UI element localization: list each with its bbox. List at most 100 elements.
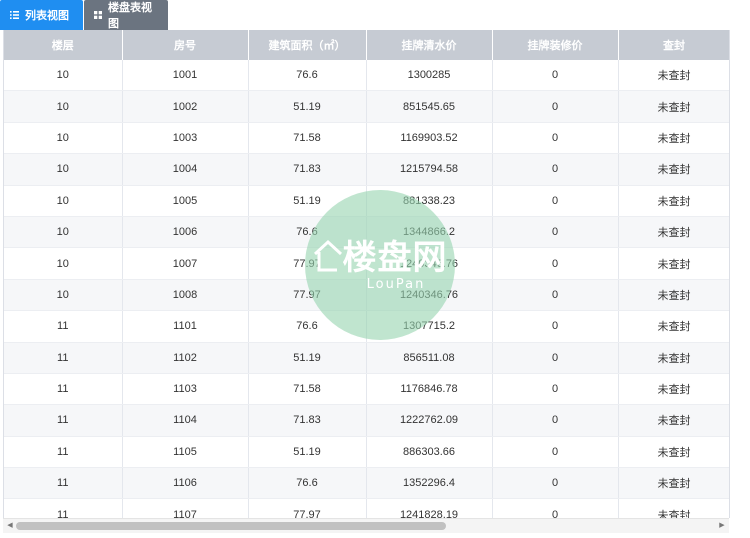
cell-area: 76.6 [248, 467, 367, 500]
cell-area: 71.83 [248, 153, 367, 186]
cell-decorated-price: 0 [492, 498, 619, 518]
table-row[interactable]: 11 1107 77.97 1241828.19 0 未查封 [4, 498, 730, 518]
cell-area: 77.97 [248, 247, 367, 280]
header-bare-price[interactable]: 挂牌清水价 [366, 30, 493, 60]
cell-bare-price: 1176846.78 [366, 373, 493, 406]
cell-floor: 11 [4, 342, 123, 374]
cell-floor: 10 [4, 185, 123, 217]
cell-decorated-price: 0 [492, 404, 619, 437]
scrollbar-thumb[interactable] [16, 522, 446, 530]
tab-building-view[interactable]: 楼盘表视图 [84, 0, 168, 30]
header-decorated-price[interactable]: 挂牌装修价 [492, 30, 619, 60]
cell-decorated-price: 0 [492, 90, 619, 123]
cell-floor: 11 [4, 498, 123, 518]
cell-bare-price: 1241828.19 [366, 498, 493, 518]
cell-seizure: 未查封 [618, 342, 730, 374]
table-row[interactable]: 11 1103 71.58 1176846.78 0 未查封 [4, 373, 730, 406]
tab-list-view[interactable]: 列表视图 [0, 0, 83, 30]
cell-floor: 11 [4, 436, 123, 469]
cell-decorated-price: 0 [492, 60, 619, 92]
cell-floor: 10 [4, 279, 123, 312]
table-header-row: 楼层 房号 建筑面积（㎡） 挂牌清水价 挂牌装修价 查封 [4, 30, 730, 60]
table-row[interactable]: 10 1004 71.83 1215794.58 0 未查封 [4, 153, 730, 186]
cell-floor: 10 [4, 153, 123, 186]
horizontal-scrollbar[interactable]: ◀ ▶ [3, 518, 729, 533]
header-seizure[interactable]: 查封 [618, 30, 730, 60]
table-row[interactable]: 11 1102 51.19 856511.08 0 未查封 [4, 342, 730, 374]
cell-decorated-price: 0 [492, 185, 619, 217]
cell-room-number: 1104 [122, 404, 249, 437]
cell-seizure: 未查封 [618, 90, 730, 123]
table-row[interactable]: 11 1101 76.6 1307715.2 0 未查封 [4, 310, 730, 343]
cell-room-number: 1101 [122, 310, 249, 343]
cell-room-number: 1106 [122, 467, 249, 500]
cell-decorated-price: 0 [492, 310, 619, 343]
cell-floor: 10 [4, 247, 123, 280]
unit-table-container: 楼层 房号 建筑面积（㎡） 挂牌清水价 挂牌装修价 查封 10 1001 76.6 1… [3, 30, 730, 518]
cell-seizure: 未查封 [618, 247, 730, 280]
table-row[interactable]: 10 1003 71.58 1169903.52 0 未查封 [4, 122, 730, 155]
table-row[interactable]: 10 1005 51.19 881338.23 0 未查封 [4, 185, 730, 217]
cell-room-number: 1102 [122, 342, 249, 374]
table-right-border [729, 30, 730, 518]
table-row[interactable]: 11 1105 51.19 886303.66 0 未查封 [4, 436, 730, 469]
cell-area: 51.19 [248, 342, 367, 374]
cell-area: 71.58 [248, 373, 367, 406]
cell-area: 76.6 [248, 310, 367, 343]
cell-floor: 11 [4, 467, 123, 500]
cell-area: 77.97 [248, 279, 367, 312]
tab-list-view-label: 列表视图 [25, 10, 69, 22]
cell-area: 76.6 [248, 216, 367, 249]
cell-floor: 10 [4, 60, 123, 92]
cell-area: 76.6 [248, 60, 367, 92]
cell-seizure: 未查封 [618, 122, 730, 155]
cell-decorated-price: 0 [492, 153, 619, 186]
cell-room-number: 1004 [122, 153, 249, 186]
cell-bare-price: 1344866.2 [366, 216, 493, 249]
cell-bare-price: 886303.66 [366, 436, 493, 469]
cell-bare-price: 1307715.2 [366, 310, 493, 343]
cell-seizure: 未查封 [618, 310, 730, 343]
cell-floor: 11 [4, 404, 123, 437]
table-row[interactable]: 10 1006 76.6 1344866.2 0 未查封 [4, 216, 730, 249]
header-area[interactable]: 建筑面积（㎡） [248, 30, 367, 60]
cell-floor: 11 [4, 373, 123, 406]
cell-room-number: 1005 [122, 185, 249, 217]
cell-seizure: 未查封 [618, 498, 730, 518]
cell-room-number: 1001 [122, 60, 249, 92]
table-row[interactable]: 10 1001 76.6 1300285 0 未查封 [4, 60, 730, 92]
table-row[interactable]: 10 1007 77.97 1240346.76 0 未查封 [4, 247, 730, 280]
cell-room-number: 1007 [122, 247, 249, 280]
header-floor[interactable]: 楼层 [4, 30, 123, 60]
tab-building-view-label: 楼盘表视图 [108, 2, 152, 30]
cell-floor: 10 [4, 90, 123, 123]
scroll-left-icon[interactable]: ◀ [5, 522, 15, 530]
cell-seizure: 未查封 [618, 436, 730, 469]
table-row[interactable]: 10 1008 77.97 1240346.76 0 未查封 [4, 279, 730, 312]
cell-seizure: 未查封 [618, 216, 730, 249]
scroll-right-icon[interactable]: ▶ [717, 522, 727, 530]
cell-area: 51.19 [248, 436, 367, 469]
cell-bare-price: 1240346.76 [366, 247, 493, 280]
cell-decorated-price: 0 [492, 373, 619, 406]
cell-seizure: 未查封 [618, 185, 730, 217]
table-row[interactable]: 10 1002 51.19 851545.65 0 未查封 [4, 90, 730, 123]
cell-room-number: 1103 [122, 373, 249, 406]
cell-bare-price: 1300285 [366, 60, 493, 92]
cell-decorated-price: 0 [492, 279, 619, 312]
table-row[interactable]: 11 1106 76.6 1352296.4 0 未查封 [4, 467, 730, 500]
table-row[interactable]: 11 1104 71.83 1222762.09 0 未查封 [4, 404, 730, 437]
cell-bare-price: 1215794.58 [366, 153, 493, 186]
cell-decorated-price: 0 [492, 216, 619, 249]
cell-decorated-price: 0 [492, 247, 619, 280]
cell-decorated-price: 0 [492, 467, 619, 500]
cell-area: 51.19 [248, 90, 367, 123]
list-icon [10, 11, 19, 19]
cell-room-number: 1008 [122, 279, 249, 312]
cell-room-number: 1105 [122, 436, 249, 469]
cell-room-number: 1107 [122, 498, 249, 518]
header-room-number[interactable]: 房号 [122, 30, 249, 60]
cell-seizure: 未查封 [618, 279, 730, 312]
cell-seizure: 未查封 [618, 153, 730, 186]
cell-room-number: 1003 [122, 122, 249, 155]
